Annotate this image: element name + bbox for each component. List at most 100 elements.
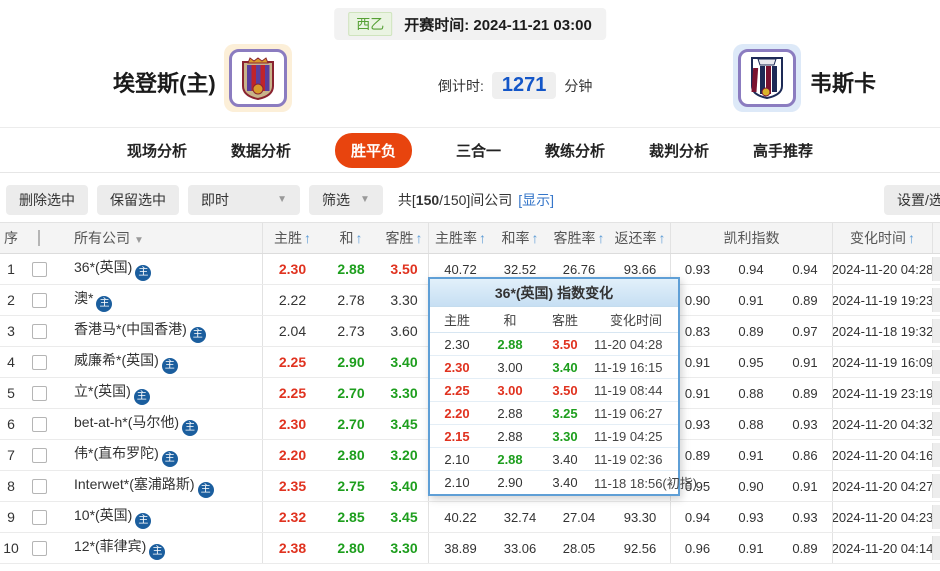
- rate-value: 26.76: [562, 261, 596, 277]
- tab-1[interactable]: 现场分析: [127, 140, 187, 161]
- tab-6[interactable]: 裁判分析: [649, 140, 709, 161]
- odds-value[interactable]: 2.70: [322, 416, 380, 432]
- company-name[interactable]: 香港马*(中国香港) 主: [56, 319, 262, 343]
- col-away-rate[interactable]: 客胜率 ↑: [548, 228, 610, 248]
- odds-value[interactable]: 3.60: [380, 323, 428, 339]
- odds-value[interactable]: 2.30: [262, 409, 322, 439]
- company-name[interactable]: 伟*(直布罗陀) 主: [56, 443, 262, 467]
- popup-odds-value: 2.25: [444, 382, 470, 398]
- row-checkbox-cell: [22, 540, 56, 556]
- rate-value: 93.30: [623, 509, 657, 525]
- col-home-win[interactable]: 主胜 ↑: [262, 223, 322, 253]
- tab-4[interactable]: 三合一: [456, 140, 501, 161]
- row-checkbox[interactable]: [31, 261, 47, 277]
- popup-odds-value: 3.00: [497, 359, 523, 375]
- odds-value[interactable]: 2.30: [262, 254, 322, 284]
- instant-dropdown-value: 即时: [201, 192, 229, 208]
- col-seq[interactable]: 序: [0, 228, 22, 248]
- odds-value[interactable]: 2.88: [322, 261, 380, 277]
- odds-value[interactable]: 3.30: [380, 540, 428, 556]
- odds-value[interactable]: 3.50: [380, 261, 428, 277]
- odds-value[interactable]: 2.73: [322, 323, 380, 339]
- company-name[interactable]: 立*(英国) 主: [56, 381, 262, 405]
- row-checkbox[interactable]: [31, 416, 47, 432]
- odds-value[interactable]: 2.32: [262, 502, 322, 532]
- odds-value[interactable]: 2.04: [262, 316, 322, 346]
- col-company[interactable]: 所有公司 ▼: [56, 228, 262, 248]
- company-name[interactable]: 10*(英国) 主: [56, 505, 262, 529]
- company-name[interactable]: Interwet*(塞浦路斯) 主: [56, 474, 262, 498]
- odds-value[interactable]: 2.75: [322, 478, 380, 494]
- odds-value[interactable]: 2.38: [262, 533, 322, 563]
- popup-col-draw: 和: [503, 313, 517, 328]
- company-name[interactable]: 澳* 主: [56, 288, 262, 312]
- popup-change-time: 11-19 04:25: [594, 428, 663, 444]
- odds-value[interactable]: 2.25: [262, 378, 322, 408]
- instant-dropdown[interactable]: 即时 ▼: [188, 185, 300, 215]
- kelly-value: 0.93: [738, 509, 764, 525]
- popup-history-row: 2.15 2.88 3.30 11-19 04:25: [430, 425, 678, 448]
- home-crest-shield-icon: [229, 49, 287, 107]
- filter-dropdown[interactable]: 筛选 ▼: [309, 185, 383, 215]
- odds-value[interactable]: 2.80: [322, 447, 380, 463]
- odds-value[interactable]: 3.45: [380, 509, 428, 525]
- odds-value[interactable]: 2.22: [262, 285, 322, 315]
- settings-select-button[interactable]: 设置/选择: [884, 185, 940, 215]
- odds-value[interactable]: 2.85: [322, 509, 380, 525]
- col-change-time[interactable]: 变化时间 ↑: [832, 223, 932, 253]
- row-checkbox[interactable]: [31, 385, 47, 401]
- popup-odds-value: 2.15: [444, 428, 470, 444]
- kelly-value: 0.93: [792, 509, 818, 525]
- row-checkbox[interactable]: [31, 478, 47, 494]
- row-seq: 1: [7, 261, 15, 277]
- popup-odds-value: 3.25: [552, 405, 578, 421]
- company-name[interactable]: 36*(英国) 主: [56, 257, 262, 281]
- tab-7[interactable]: 高手推荐: [753, 140, 813, 161]
- odds-value[interactable]: 3.30: [380, 292, 428, 308]
- kickoff-label: 开赛时间:: [404, 16, 470, 34]
- odds-value[interactable]: 2.25: [262, 347, 322, 377]
- row-checkbox[interactable]: [31, 323, 47, 339]
- odds-value[interactable]: 2.70: [322, 385, 380, 401]
- tab-2[interactable]: 数据分析: [231, 140, 291, 161]
- odds-value[interactable]: 3.40: [380, 478, 428, 494]
- odds-value[interactable]: 3.30: [380, 385, 428, 401]
- col-draw-rate[interactable]: 和率 ↑: [492, 228, 548, 248]
- kelly-value: 0.95: [738, 354, 764, 370]
- odds-value[interactable]: 3.40: [380, 354, 428, 370]
- tab-3[interactable]: 胜平负: [334, 132, 412, 168]
- row-checkbox-cell: [22, 416, 56, 432]
- row-checkbox[interactable]: [31, 509, 47, 525]
- row-checkbox[interactable]: [31, 540, 47, 556]
- company-name[interactable]: bet-at-h*(马尔他) 主: [56, 412, 262, 436]
- col-return-rate[interactable]: 返还率 ↑: [610, 228, 670, 248]
- odds-value[interactable]: 2.90: [322, 354, 380, 370]
- popup-odds-value: 2.88: [497, 428, 523, 444]
- select-all-checkbox[interactable]: [38, 230, 40, 246]
- analysis-nav-tabs: 现场分析 数据分析 胜平负 三合一 教练分析 裁判分析 高手推荐: [0, 128, 940, 173]
- row-checkbox[interactable]: [31, 292, 47, 308]
- odds-value[interactable]: 2.20: [262, 440, 322, 470]
- odds-value[interactable]: 3.20: [380, 447, 428, 463]
- company-label: 36*(英国): [74, 259, 133, 275]
- delete-selected-button[interactable]: 删除选中: [6, 185, 88, 215]
- row-checkbox-cell: [22, 292, 56, 308]
- odds-value[interactable]: 2.78: [322, 292, 380, 308]
- company-name[interactable]: 威廉希*(英国) 主: [56, 350, 262, 374]
- odds-value[interactable]: 3.45: [380, 416, 428, 432]
- kelly-value: 0.91: [738, 292, 764, 308]
- company-label: 立*(英国): [74, 383, 131, 399]
- row-checkbox[interactable]: [31, 447, 47, 463]
- col-home-rate[interactable]: 主胜率 ↑: [428, 223, 492, 253]
- col-draw[interactable]: 和 ↑: [322, 228, 380, 248]
- row-checkbox[interactable]: [31, 354, 47, 370]
- show-link[interactable]: [显示]: [518, 192, 554, 208]
- keep-selected-button[interactable]: 保留选中: [97, 185, 179, 215]
- clipped-cell: [932, 536, 940, 560]
- tab-5[interactable]: 教练分析: [545, 140, 605, 161]
- rate-value: 32.74: [503, 509, 537, 525]
- odds-value[interactable]: 2.80: [322, 540, 380, 556]
- col-away-win[interactable]: 客胜 ↑: [380, 228, 428, 248]
- odds-value[interactable]: 2.35: [262, 471, 322, 501]
- company-name[interactable]: 12*(菲律宾) 主: [56, 536, 262, 560]
